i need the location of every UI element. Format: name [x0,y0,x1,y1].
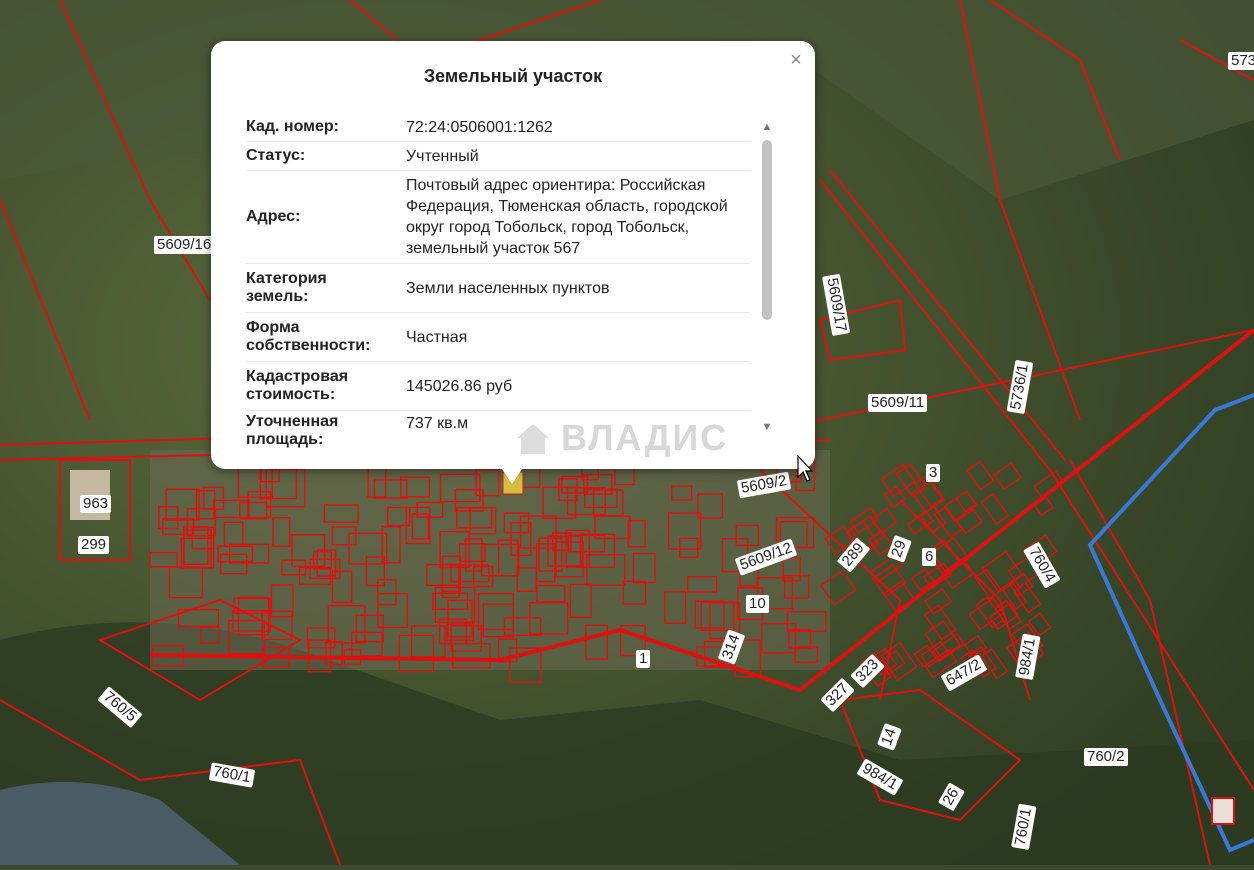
popup-pointer [500,466,524,484]
detail-value: Частная [406,328,468,346]
detail-key: Статус: [246,147,306,164]
detail-value: Почтовый адрес ориентира: Российская Фед… [406,177,728,257]
detail-key: Адрес: [246,208,301,225]
watermark: ВЛАДИС [513,417,728,459]
detail-value: 72:24:0506001:1262 [406,118,553,136]
detail-value: Земли населенных пунктов [406,279,610,297]
map-label: 299 [78,536,110,554]
detail-key: Форма собственности: [246,319,371,354]
detail-row-cadastral-value: Кадастровая стоимость: 145026.86 руб [246,362,750,411]
detail-row-cadastral-number: Кад. номер: 72:24:0506001:1262 [246,113,750,142]
scroll-up-icon[interactable]: ▲ [760,121,774,133]
popup-title: Земельный участок [423,66,603,86]
map-label: 10 [746,595,769,613]
parcel-details-list[interactable]: Кад. номер: 72:24:0506001:1262 Статус: У… [246,113,750,451]
map-label: 760/2 [1084,748,1128,766]
detail-key: Категория земель: [246,270,327,305]
detail-key: Кад. номер: [246,118,339,135]
popup-scrollbar[interactable]: ▲ ▼ [760,121,774,433]
detail-row-address: Адрес: Почтовый адрес ориентира: Российс… [246,171,750,264]
mouse-cursor-icon [797,455,813,482]
detail-row-status: Статус: Учтенный [246,142,750,171]
detail-row-ownership: Форма собственности: Частная [246,313,750,362]
detail-value: 145026.86 руб [406,377,513,395]
house-icon [517,424,549,454]
detail-value: Учтенный [406,147,479,165]
map-label: 5609/11 [868,394,928,412]
map-label: 6 [922,548,937,566]
watermark-text: ВЛАДИС [561,417,729,458]
map-label: 3 [926,464,941,482]
map-label: 963 [80,495,112,513]
map-label: 573 [1228,52,1254,70]
detail-key: Уточненная площадь: [246,413,339,448]
detail-row-land-category: Категория земель: Земли населенных пункт… [246,264,750,313]
detail-key: Кадастровая стоимость: [246,368,349,403]
parcel-info-popup: × Земельный участок Кад. номер: 72:24:05… [211,41,815,469]
scrollbar-thumb[interactable] [762,140,772,320]
map-label: 5609/16 [154,236,215,254]
building-marker [1211,797,1235,825]
map-label: 1 [636,650,651,668]
scroll-down-icon[interactable]: ▼ [760,421,774,433]
